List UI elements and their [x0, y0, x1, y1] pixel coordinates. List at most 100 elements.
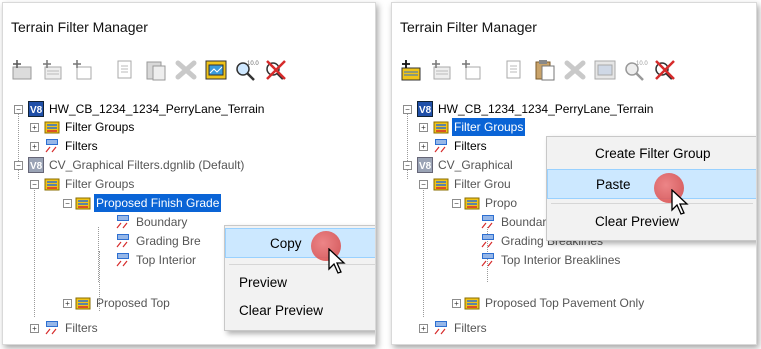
- panel-title: Terrain Filter Manager: [11, 19, 148, 35]
- context-menu: Create Filter Group Paste Clear Preview: [546, 136, 756, 241]
- tree-label: Filter Groups: [452, 118, 526, 136]
- new-terrain-filter-icon[interactable]: [9, 57, 35, 83]
- expand-toggle[interactable]: +: [63, 299, 72, 308]
- expand-toggle[interactable]: +: [30, 123, 39, 132]
- tree-label: Filter Groups: [65, 177, 135, 191]
- menu-item-label: Paste: [596, 177, 631, 192]
- terrain-model-icon: V8: [417, 101, 433, 117]
- filter-group-icon: [433, 121, 449, 134]
- new-terrain-filter-icon[interactable]: [398, 57, 424, 83]
- tree-label: HW_CB_1234_1234_PerryLane_Terrain: [438, 102, 654, 116]
- delete-icon[interactable]: [562, 57, 588, 83]
- tree-label: Filter Grou: [454, 177, 511, 191]
- tree-label: Filters: [65, 139, 98, 153]
- filter-group-icon: [75, 197, 91, 210]
- menu-item-clear-preview[interactable]: Clear Preview: [225, 296, 375, 326]
- filter-icon: [481, 234, 494, 248]
- new-group-icon[interactable]: [458, 57, 484, 83]
- svg-text:V8: V8: [419, 105, 432, 116]
- clear-preview-icon[interactable]: [652, 57, 678, 83]
- terrain-model-icon: V8: [28, 101, 44, 117]
- tree-label: Filters: [454, 321, 487, 335]
- filter-icon: [116, 253, 129, 267]
- menu-item-copy[interactable]: Copy: [225, 228, 375, 258]
- new-filter-icon[interactable]: [39, 57, 65, 83]
- filter-icon: [116, 234, 129, 248]
- menu-divider: [229, 264, 375, 265]
- new-filter-icon[interactable]: [428, 57, 454, 83]
- collapse-toggle[interactable]: −: [403, 105, 412, 114]
- filter-group-icon: [44, 121, 60, 134]
- tree-label: Filters: [454, 139, 487, 153]
- tree-label: Proposed Top Pavement Only: [485, 296, 645, 310]
- tree-label: Grading Bre: [136, 234, 201, 248]
- tree-label: Filters: [65, 321, 98, 335]
- zoom-preview-icon[interactable]: 10.0: [233, 57, 259, 83]
- filter-icon: [434, 321, 447, 335]
- menu-item-label: Copy: [270, 236, 302, 251]
- svg-text:V8: V8: [30, 161, 43, 172]
- filter-icon: [481, 215, 494, 229]
- filter-group-icon: [464, 297, 480, 310]
- collapse-toggle[interactable]: −: [403, 161, 412, 170]
- toolbar: 10.0: [9, 51, 289, 89]
- tree-label: Filter Groups: [65, 120, 135, 134]
- menu-item-label: Preview: [239, 275, 288, 290]
- expand-toggle[interactable]: +: [419, 324, 428, 333]
- menu-item-label: Create Filter Group: [595, 146, 711, 161]
- tree-label: CV_Graphical Filters.dgnlib (Default): [49, 158, 245, 172]
- filter-icon: [481, 253, 494, 267]
- tree-label: HW_CB_1234_1234_PerryLane_Terrain: [49, 102, 265, 116]
- tree-label: Proposed Top: [96, 296, 170, 310]
- clear-preview-icon[interactable]: [263, 57, 289, 83]
- expand-toggle[interactable]: +: [30, 142, 39, 151]
- filter-group-icon: [433, 178, 449, 191]
- menu-item-preview[interactable]: Preview: [225, 268, 375, 298]
- filter-group-icon: [44, 178, 60, 191]
- collapse-toggle[interactable]: −: [452, 199, 461, 208]
- context-menu: Copy Preview Clear Preview: [224, 225, 375, 331]
- menu-divider: [551, 203, 753, 204]
- filter-icon: [434, 139, 447, 153]
- collapse-toggle[interactable]: −: [63, 199, 72, 208]
- menu-item-clear-preview[interactable]: Clear Preview: [547, 207, 756, 237]
- collapse-toggle[interactable]: −: [14, 161, 23, 170]
- expand-toggle[interactable]: +: [452, 299, 461, 308]
- paste-icon[interactable]: [532, 57, 558, 83]
- menu-item-label: Clear Preview: [595, 214, 680, 229]
- svg-text:V8: V8: [30, 105, 43, 116]
- collapse-toggle[interactable]: −: [30, 180, 39, 189]
- toolbar: 10.0: [398, 51, 678, 89]
- zoom-preview-icon[interactable]: 10.0: [622, 57, 648, 83]
- tree-label: Proposed Finish Grade: [94, 194, 222, 212]
- new-group-icon[interactable]: [69, 57, 95, 83]
- paste-icon[interactable]: [143, 57, 169, 83]
- preview-icon[interactable]: [203, 57, 229, 83]
- menu-item-paste[interactable]: Paste: [547, 169, 756, 199]
- tree-label: Top Interior: [136, 253, 197, 267]
- delete-icon[interactable]: [173, 57, 199, 83]
- expand-toggle[interactable]: +: [419, 142, 428, 151]
- mouse-pointer-icon: [328, 248, 346, 274]
- collapse-toggle[interactable]: −: [14, 105, 23, 114]
- copy-icon[interactable]: [113, 57, 139, 83]
- dgnlib-icon: V8: [417, 157, 433, 173]
- tree-label: Boundary: [136, 215, 188, 229]
- mouse-pointer-icon: [671, 189, 689, 215]
- tree-label: CV_Graphical: [438, 158, 513, 172]
- filter-group-icon: [75, 297, 91, 310]
- menu-item-create-filter-group[interactable]: Create Filter Group: [547, 139, 756, 169]
- menu-item-label: Clear Preview: [239, 303, 324, 318]
- tree-label: Top Interior Breaklines: [501, 253, 621, 267]
- preview-icon[interactable]: [592, 57, 618, 83]
- collapse-toggle[interactable]: −: [419, 180, 428, 189]
- terrain-filter-manager-right: Terrain Filter Manager 10.0 − V8 HW_CB_1…: [391, 2, 757, 345]
- expand-toggle[interactable]: +: [30, 324, 39, 333]
- svg-text:10.0: 10.0: [636, 61, 648, 67]
- terrain-filter-manager-left: Terrain Filter Manager 10.0 − V8 HW_CB_1…: [2, 2, 376, 345]
- filter-icon: [45, 139, 58, 153]
- tree-label: Propo: [485, 196, 518, 210]
- svg-text:V8: V8: [419, 161, 432, 172]
- copy-icon[interactable]: [502, 57, 528, 83]
- expand-toggle[interactable]: +: [419, 123, 428, 132]
